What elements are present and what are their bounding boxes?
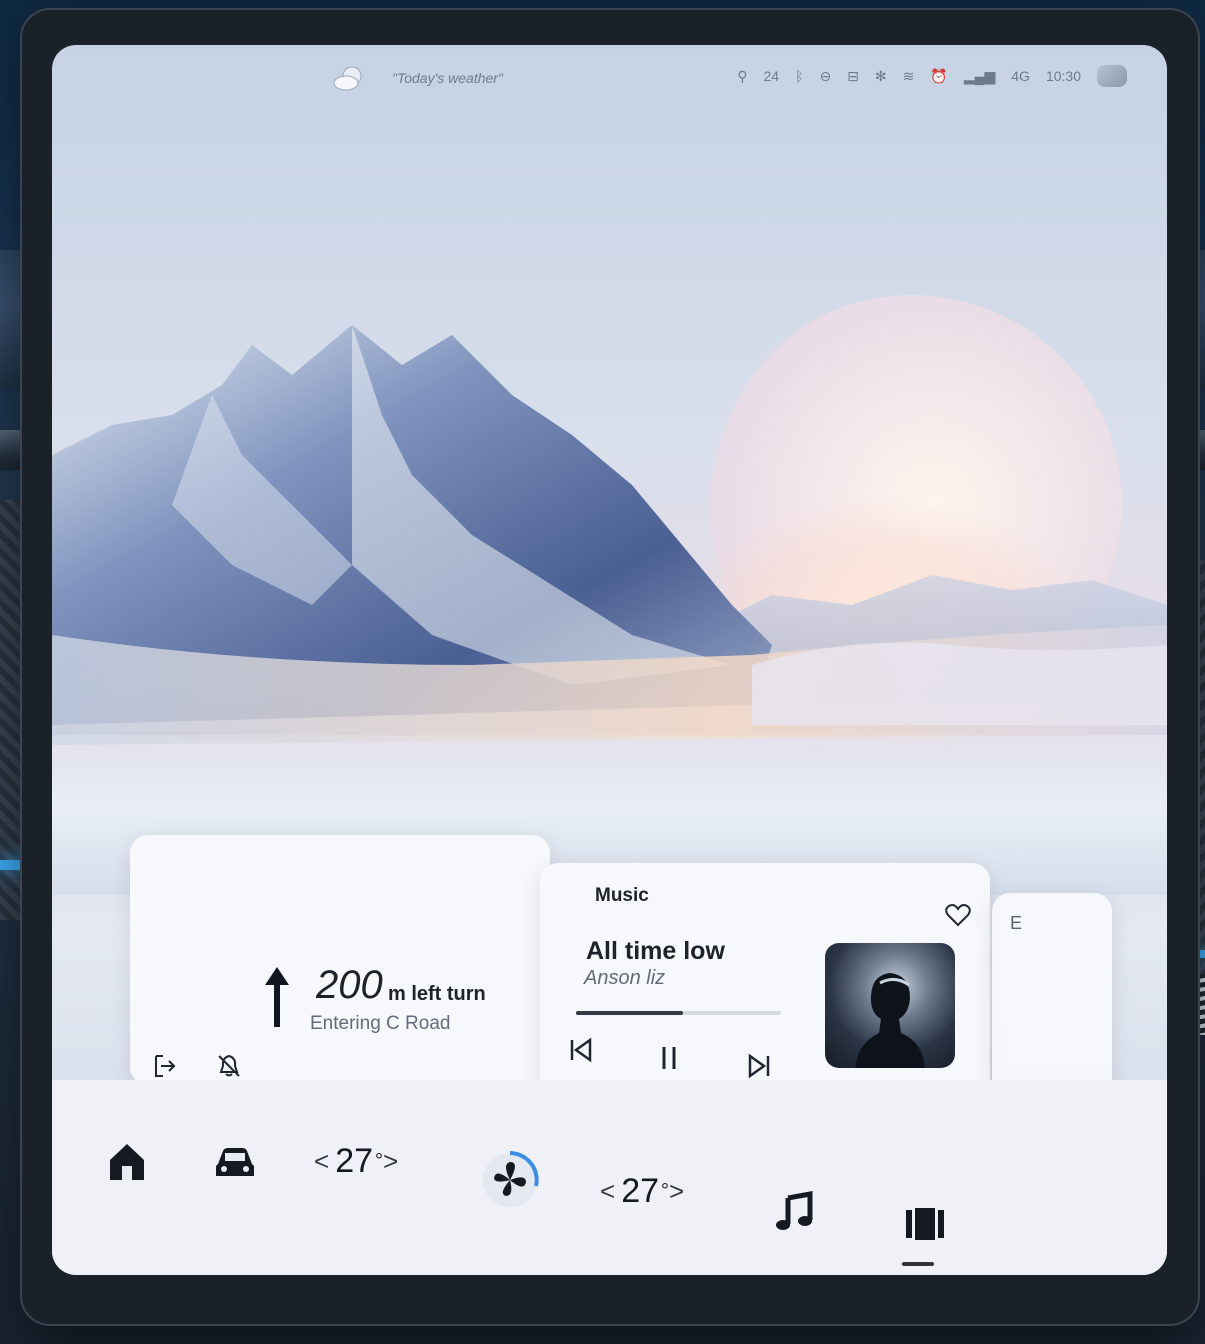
fan-icon[interactable] [480, 1150, 540, 1210]
wheel-icon: ⊖ [819, 67, 832, 84]
nav-instruction: m left turn [388, 983, 486, 1005]
car-icon[interactable] [212, 1142, 258, 1182]
alarm-icon: ⏰ [930, 67, 948, 84]
home-icon[interactable] [104, 1140, 150, 1184]
nav-distance: 200 [316, 963, 383, 1007]
playback-progress-fill [576, 1011, 683, 1015]
temperature-right[interactable]: < 27 ° > [600, 1172, 684, 1211]
up-arrow-icon [265, 967, 289, 1027]
status-bar: "Today's weather" ⚲ 24 ᛒ ⊖ ⊟ ✻ ≋ ⏰ ▂▄▆ 4… [52, 45, 1167, 105]
nav-road: Entering C Road [310, 1013, 451, 1034]
bottom-dock: < 27 ° > < 27 ° > [52, 1080, 1167, 1275]
temp-right-decrease[interactable]: < [600, 1176, 615, 1207]
network-label: 4G [1011, 68, 1030, 84]
search-icon: ⚲ [737, 67, 748, 84]
music-label: Music [595, 885, 649, 906]
seat-icon: ⊟ [847, 67, 859, 84]
exit-icon[interactable] [152, 1053, 178, 1079]
prev-icon[interactable] [566, 1035, 596, 1065]
navigation-card[interactable]: 200 m left turn Entering C Road [130, 835, 550, 1097]
playback-progress[interactable] [576, 1011, 781, 1015]
infotainment-screen: "Today's weather" ⚲ 24 ᛒ ⊖ ⊟ ✻ ≋ ⏰ ▂▄▆ 4… [52, 45, 1167, 1275]
temperature-left[interactable]: < 27 ° > [314, 1142, 398, 1181]
temp-left-degree: ° [375, 1150, 384, 1172]
fan-mini-icon: ✻ [874, 67, 887, 84]
temp-left-decrease[interactable]: < [314, 1146, 329, 1177]
temp-left-value: 27 [335, 1142, 374, 1180]
album-figure [855, 973, 925, 1068]
clock: 10:30 [1045, 68, 1081, 84]
temp-right-degree: ° [661, 1180, 670, 1202]
album-art[interactable] [825, 943, 955, 1068]
heart-icon[interactable] [945, 903, 971, 927]
avatar[interactable] [1097, 65, 1127, 87]
apps-icon[interactable] [904, 1204, 946, 1244]
weather-label[interactable]: "Today's weather" [392, 70, 503, 86]
wifi-icon: ≋ [902, 67, 915, 84]
mute-icon[interactable] [216, 1053, 242, 1079]
temp-right-increase[interactable]: > [669, 1176, 684, 1207]
status-indicators: ⚲ 24 ᛒ ⊖ ⊟ ✻ ≋ ⏰ ▂▄▆ 4G 10:30 [737, 65, 1127, 87]
dock-page-indicator [902, 1262, 934, 1266]
signal-icon: ▂▄▆ [963, 67, 996, 84]
temp-right-value: 27 [621, 1172, 660, 1210]
aqi-value: 24 [763, 68, 780, 84]
bluetooth-icon: ᛒ [795, 68, 804, 84]
song-title: All time low [586, 937, 725, 965]
artist-name: Anson liz [584, 967, 666, 989]
widget-card-label: E [1010, 913, 1023, 933]
next-icon[interactable] [744, 1051, 774, 1081]
music-note-icon[interactable] [774, 1190, 818, 1234]
weather-icon[interactable] [332, 63, 368, 93]
temp-left-increase[interactable]: > [383, 1146, 398, 1177]
pause-icon[interactable] [654, 1043, 684, 1073]
